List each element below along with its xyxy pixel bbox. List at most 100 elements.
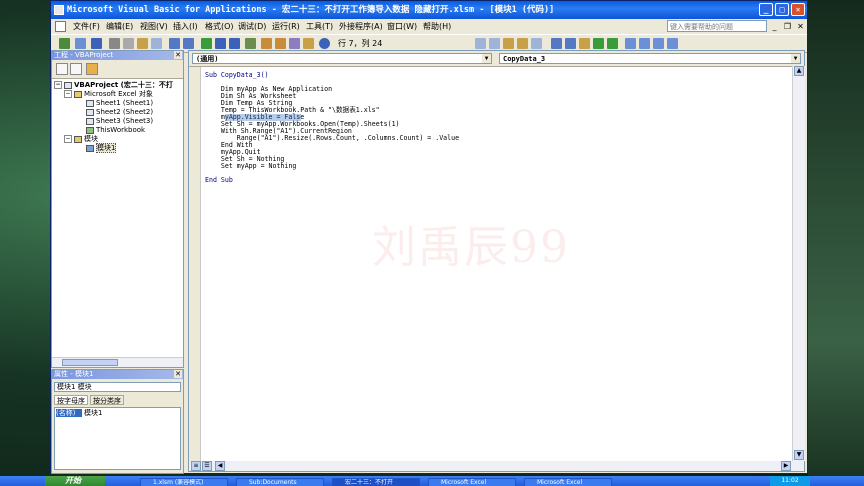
parameter-info-icon[interactable] [517, 38, 528, 49]
complete-word-icon[interactable] [531, 38, 542, 49]
scroll-down-icon[interactable]: ▼ [794, 450, 804, 460]
collapse-icon[interactable]: − [64, 90, 72, 98]
find-icon[interactable] [151, 38, 162, 49]
taskbar-item[interactable]: 1.xlsm (兼容模式) [140, 478, 228, 486]
view-excel-icon[interactable] [59, 38, 70, 49]
cut-icon[interactable] [109, 38, 120, 49]
start-button[interactable]: 开始 [45, 476, 105, 486]
menu-insert[interactable]: 插入(I) [173, 19, 198, 34]
uncomment-block-icon[interactable] [607, 38, 618, 49]
full-module-view-icon[interactable]: ☰ [202, 461, 212, 471]
margin-indicator-bar[interactable] [189, 67, 201, 462]
tree-module1[interactable]: 模块1 [86, 143, 117, 153]
taskbar-item-active[interactable]: 宏二十三：不打开 [332, 478, 420, 486]
scroll-left-icon[interactable]: ◀ [215, 461, 225, 471]
close-button[interactable]: ✕ [791, 3, 805, 16]
property-value[interactable]: 模块1 [84, 409, 102, 417]
menu-edit[interactable]: 编辑(E) [106, 19, 133, 34]
scroll-thumb[interactable] [62, 359, 118, 366]
clear-bookmarks-icon[interactable] [667, 38, 678, 49]
cursor-position: 行 7，列 24 [338, 39, 383, 48]
redo-icon[interactable] [183, 38, 194, 49]
project-close-icon[interactable]: ✕ [174, 51, 182, 59]
properties-window-icon[interactable] [275, 38, 286, 49]
toggle-breakpoint-icon[interactable] [579, 38, 590, 49]
quick-info-icon[interactable] [503, 38, 514, 49]
code-hscrollbar[interactable]: ≡ ☰ ◀ ▶ [189, 461, 804, 471]
tree-excel-objects[interactable]: − Microsoft Excel 对象 [64, 90, 153, 99]
menu-addins[interactable]: 外接程序(A) [339, 19, 383, 34]
view-object-icon[interactable] [70, 63, 82, 75]
procedure-combo[interactable]: CopyData_3 ▼ [499, 53, 801, 64]
taskbar-item[interactable]: Microsoft Excel [524, 478, 612, 486]
save-icon[interactable] [91, 38, 102, 49]
help-icon[interactable] [319, 38, 330, 49]
chevron-down-icon[interactable]: ▼ [791, 54, 800, 63]
menu-debug[interactable]: 调试(D) [238, 19, 266, 34]
desktop-background-right [808, 0, 864, 486]
object-select[interactable]: 模块1 模块 [54, 382, 181, 392]
mdi-restore-icon[interactable]: ❐ [782, 21, 793, 32]
toggle-bookmark-icon[interactable] [625, 38, 636, 49]
mdi-close-icon[interactable]: ✕ [795, 21, 806, 32]
tree-vbaproject[interactable]: − VBAProject (宏二十三：不打 [54, 81, 173, 90]
scroll-up-icon[interactable]: ▲ [794, 66, 804, 76]
tree-modules-folder[interactable]: − 模块 [64, 135, 98, 144]
toggle-folders-icon[interactable] [86, 63, 98, 75]
view-code-icon[interactable] [56, 63, 68, 75]
title-bar[interactable]: Microsoft Visual Basic for Applications … [51, 1, 807, 19]
code-vscrollbar[interactable]: ▲ ▼ [792, 66, 805, 461]
sheet-icon [86, 99, 94, 107]
indent-icon[interactable] [551, 38, 562, 49]
project-explorer-icon[interactable] [261, 38, 272, 49]
design-mode-icon[interactable] [245, 38, 256, 49]
outdent-icon[interactable] [565, 38, 576, 49]
scroll-right-icon[interactable]: ▶ [781, 461, 791, 471]
previous-bookmark-icon[interactable] [653, 38, 664, 49]
run-icon[interactable] [201, 38, 212, 49]
tree-sheet3[interactable]: Sheet3 (Sheet3) [86, 117, 153, 126]
paste-icon[interactable] [137, 38, 148, 49]
tab-alphabetic[interactable]: 按字母序 [54, 395, 88, 405]
list-properties-icon[interactable] [475, 38, 486, 49]
menu-tools[interactable]: 工具(T) [306, 19, 333, 34]
project-hscrollbar[interactable] [52, 357, 183, 367]
menu-run[interactable]: 运行(R) [272, 19, 300, 34]
insert-module-icon[interactable] [75, 38, 86, 49]
procedure-view-icon[interactable]: ≡ [191, 461, 201, 471]
mdi-minimize-icon[interactable]: _ [769, 21, 780, 32]
menu-help[interactable]: 帮助(H) [423, 19, 451, 34]
collapse-icon[interactable]: − [54, 81, 62, 89]
taskbar-item[interactable]: Sub:Documents [236, 478, 324, 486]
reset-icon[interactable] [229, 38, 240, 49]
maximize-button[interactable]: □ [775, 3, 789, 16]
break-icon[interactable] [215, 38, 226, 49]
object-combo[interactable]: (通用) ▼ [192, 53, 492, 64]
menu-view[interactable]: 视图(V) [140, 19, 168, 34]
project-explorer-title: 工程 - VBAProject [52, 51, 183, 60]
comment-block-icon[interactable] [593, 38, 604, 49]
next-bookmark-icon[interactable] [639, 38, 650, 49]
system-tray-clock[interactable]: 11:02 [770, 476, 810, 486]
object-browser-icon[interactable] [289, 38, 300, 49]
tab-categorized[interactable]: 按分类序 [90, 395, 124, 405]
document-icon[interactable] [55, 21, 66, 32]
window-title: Microsoft Visual Basic for Applications … [67, 5, 555, 15]
minimize-button[interactable]: _ [759, 3, 773, 16]
tree-sheet2[interactable]: Sheet2 (Sheet2) [86, 108, 153, 117]
list-constants-icon[interactable] [489, 38, 500, 49]
tree-thisworkbook[interactable]: ThisWorkbook [86, 126, 145, 135]
menu-window[interactable]: 窗口(W) [387, 19, 417, 34]
tree-sheet1[interactable]: Sheet1 (Sheet1) [86, 99, 153, 108]
copy-icon[interactable] [123, 38, 134, 49]
toolbox-icon[interactable] [303, 38, 314, 49]
property-name[interactable]: (名称) [56, 409, 82, 417]
collapse-icon[interactable]: − [64, 135, 72, 143]
menu-format[interactable]: 格式(O) [205, 19, 234, 34]
properties-close-icon[interactable]: ✕ [174, 370, 182, 378]
taskbar-item[interactable]: Microsoft Excel [428, 478, 516, 486]
undo-icon[interactable] [169, 38, 180, 49]
help-search-input[interactable]: 键入需要帮助的问题 [667, 20, 767, 32]
menu-file[interactable]: 文件(F) [73, 19, 100, 34]
chevron-down-icon[interactable]: ▼ [482, 54, 491, 63]
